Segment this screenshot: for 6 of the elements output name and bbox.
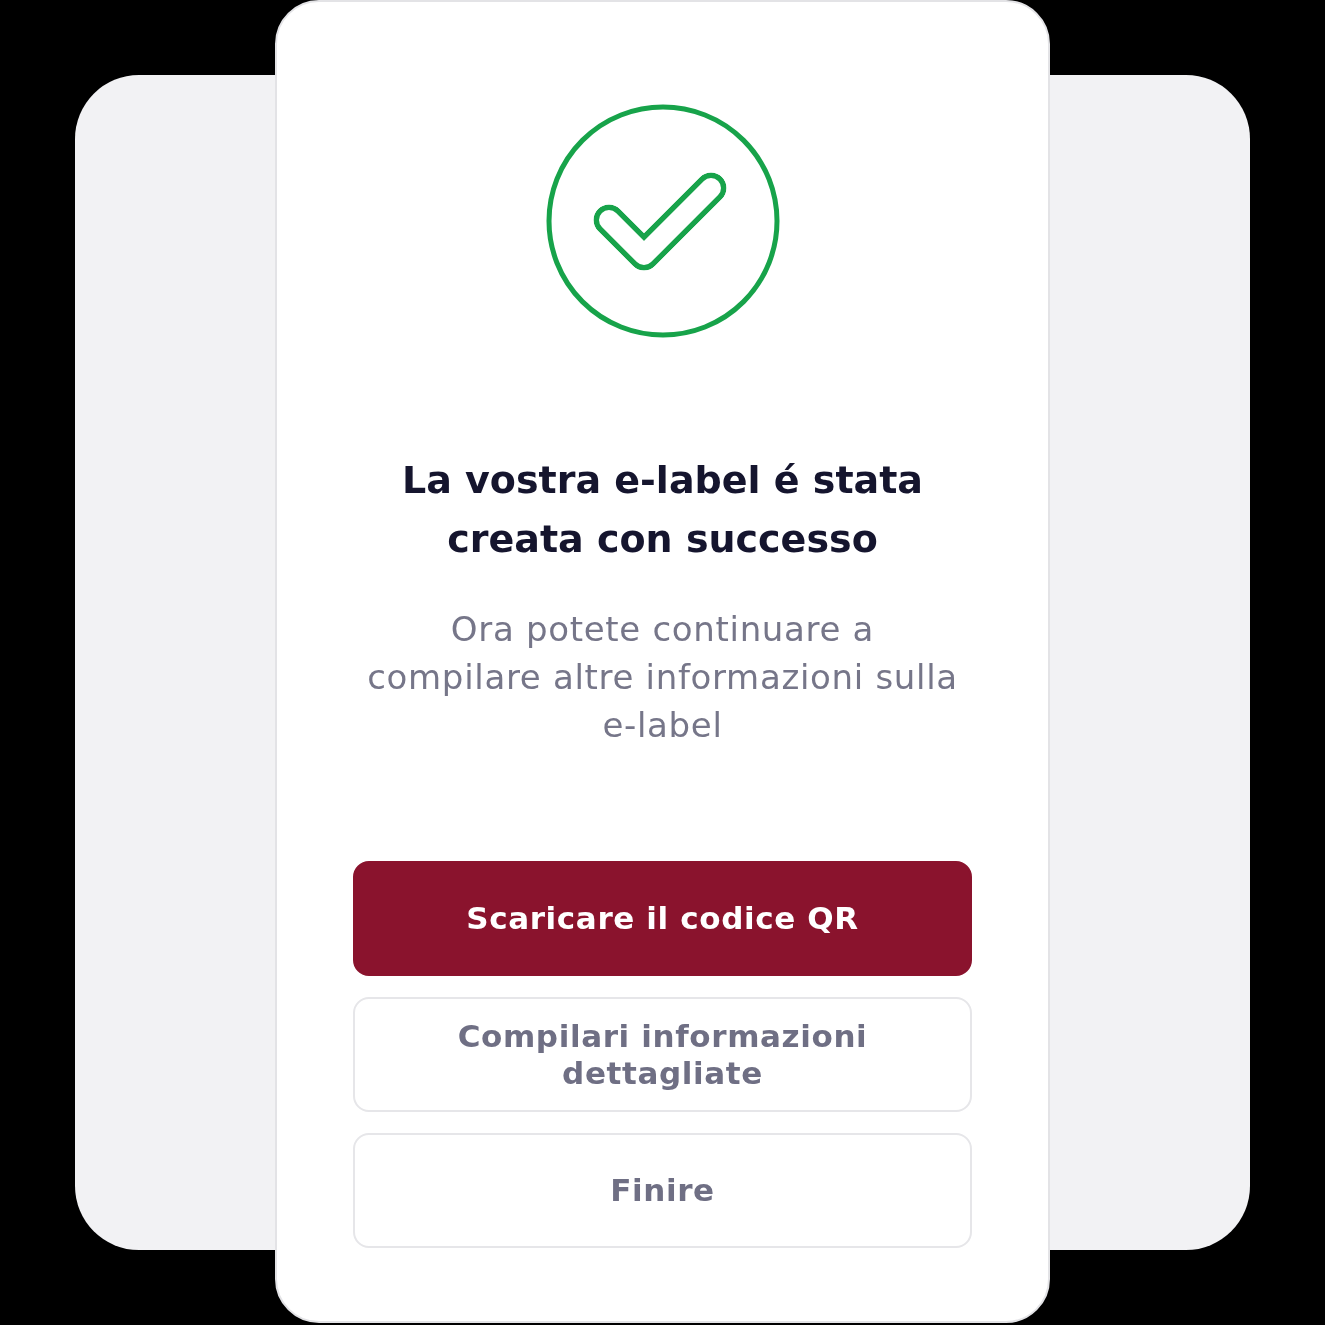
secondary-button[interactable]: Finire <box>353 1133 972 1248</box>
dialog-title: La vostra e-label é stata creata con successo <box>400 457 924 563</box>
dialog-message: Ora potete continuare a compilare altre informazioni sulla e-label <box>366 608 959 747</box>
download-button[interactable]: Scaricare il codice QR <box>353 861 972 976</box>
secondary-button[interactable]: Compilari informazioni dettagliate <box>353 997 972 1112</box>
check-circle-icon <box>544 103 781 339</box>
